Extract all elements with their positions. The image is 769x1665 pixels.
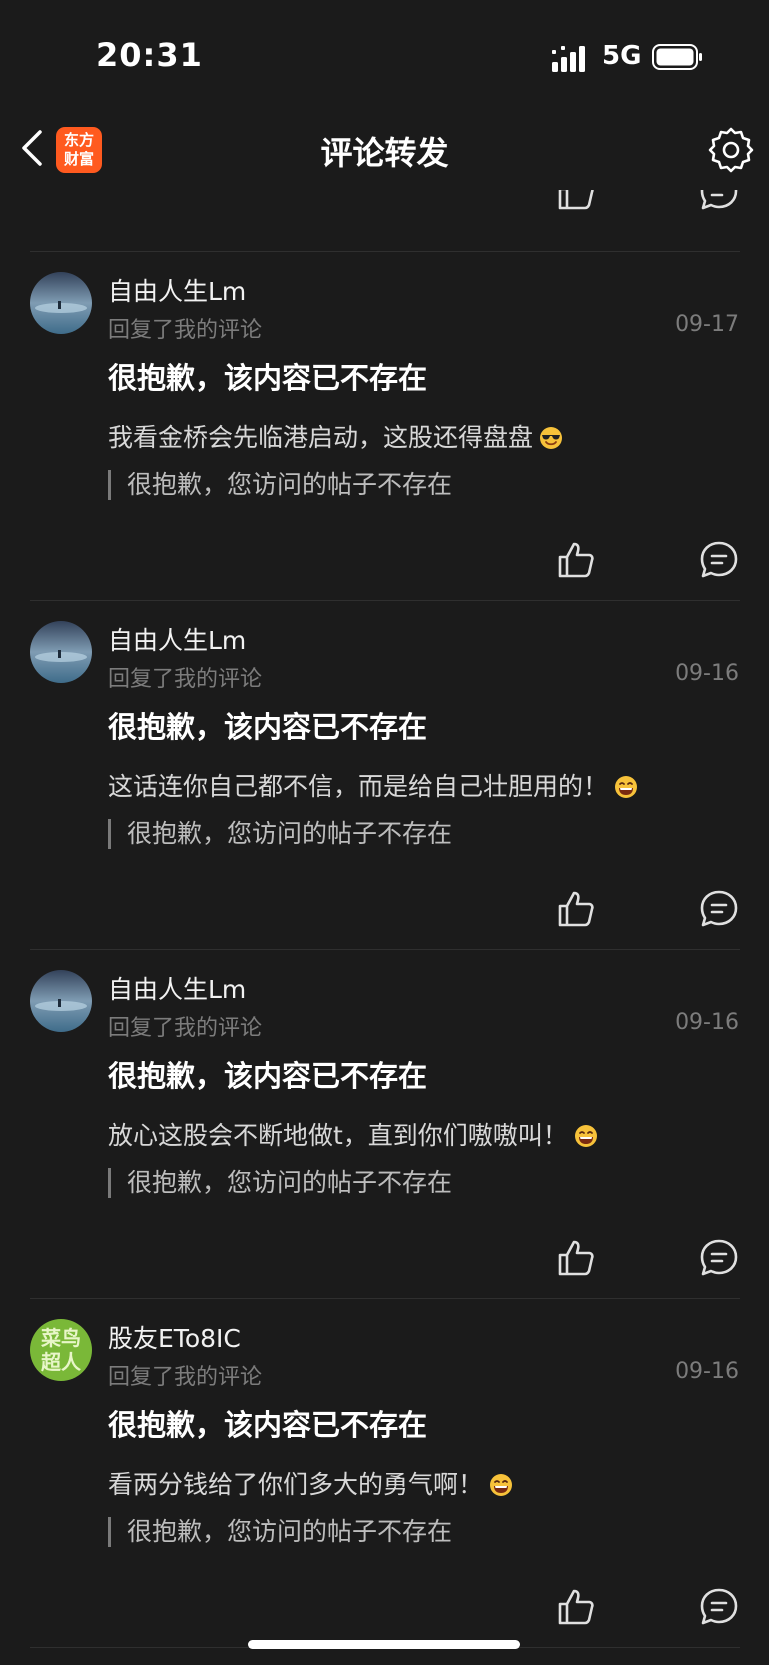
comment-date: 09-17: [675, 312, 739, 337]
comment-feed[interactable]: 自由人生Lm 回复了我的评论 09-17 很抱歉，该内容已不存在 我看金桥会先临…: [0, 190, 769, 1665]
user-name[interactable]: 自由人生Lm: [108, 272, 246, 308]
comment-headline[interactable]: 很抱歉，该内容已不存在: [108, 1053, 427, 1095]
avatar[interactable]: 菜鸟 超人: [30, 1319, 92, 1381]
comment-icon[interactable]: [699, 889, 739, 929]
home-indicator[interactable]: [248, 1640, 520, 1649]
comment-icon[interactable]: [699, 540, 739, 580]
user-name[interactable]: 自由人生Lm: [108, 970, 246, 1006]
sky-avatar-image: [30, 272, 92, 334]
comment-date: 09-16: [675, 1359, 739, 1384]
quoted-post[interactable]: 很抱歉，您访问的帖子不存在: [108, 470, 452, 500]
comment-headline[interactable]: 很抱歉，该内容已不存在: [108, 355, 427, 397]
signal-icon: [552, 46, 585, 72]
back-arrow-icon[interactable]: [18, 128, 46, 168]
comment-headline[interactable]: 很抱歉，该内容已不存在: [108, 1402, 427, 1444]
avatar[interactable]: [30, 970, 92, 1032]
thumbs-up-icon[interactable]: [556, 540, 596, 580]
comment-item[interactable]: 自由人生Lm 回复了我的评论 09-16 很抱歉，该内容已不存在 放心这股会不断…: [0, 950, 769, 1298]
quoted-post[interactable]: 很抱歉，您访问的帖子不存在: [108, 819, 452, 849]
thumbs-up-icon[interactable]: [556, 1587, 596, 1627]
avatar[interactable]: [30, 621, 92, 683]
comment-body[interactable]: 看两分钱给了你们多大的勇气啊！: [108, 1465, 513, 1501]
app-logo[interactable]: 东方 财富: [56, 127, 102, 173]
comment-body[interactable]: 这话连你自己都不信，而是给自己壮胆用的！: [108, 767, 638, 803]
comment-icon[interactable]: [699, 1587, 739, 1627]
sky-avatar-image: [30, 970, 92, 1032]
page-title: 评论转发: [320, 134, 449, 172]
avatar-badge-text-bottom: 超人: [40, 1350, 82, 1374]
avatar[interactable]: [30, 272, 92, 334]
gear-icon[interactable]: [708, 127, 754, 173]
comment-icon[interactable]: [699, 190, 739, 212]
comment-date: 09-16: [675, 661, 739, 686]
battery-icon: [652, 44, 702, 70]
laughing-emoji-icon: [574, 1125, 597, 1147]
reply-subtitle: 回复了我的评论: [108, 318, 263, 343]
sunglasses-emoji-icon: [540, 427, 563, 449]
avatar-badge-text-top: 菜鸟: [40, 1326, 81, 1350]
logo-text-bottom: 财富: [63, 150, 94, 168]
quoted-post[interactable]: 很抱歉，您访问的帖子不存在: [108, 1168, 452, 1198]
previous-item-actions: [0, 190, 769, 250]
thumbs-up-icon[interactable]: [556, 190, 596, 212]
comment-icon[interactable]: [699, 1238, 739, 1278]
comment-date: 09-16: [675, 1010, 739, 1035]
comment-body-text: 看两分钱给了你们多大的勇气啊！: [108, 1470, 484, 1499]
user-name[interactable]: 股友ETo8IC: [108, 1319, 241, 1355]
comment-body-text: 这话连你自己都不信，而是给自己壮胆用的！: [108, 772, 609, 801]
comment-item[interactable]: 自由人生Lm 回复了我的评论 09-17 很抱歉，该内容已不存在 我看金桥会先临…: [0, 252, 769, 600]
status-time: 20:31: [96, 36, 203, 74]
reply-subtitle: 回复了我的评论: [108, 1365, 263, 1390]
nav-bar: 东方 财富 评论转发: [0, 110, 769, 190]
comment-body-text: 我看金桥会先临港启动，这股还得盘盘: [108, 423, 534, 452]
comment-item[interactable]: 菜鸟 超人 股友ETo8IC 回复了我的评论 09-16 很抱歉，该内容已不存在…: [0, 1299, 769, 1647]
green-badge-avatar-image: 菜鸟 超人: [30, 1319, 92, 1381]
sky-avatar-image: [30, 621, 92, 683]
thumbs-up-icon[interactable]: [556, 1238, 596, 1278]
comment-body-text: 放心这股会不断地做t，直到你们嗷嗷叫！: [108, 1121, 568, 1150]
user-name[interactable]: 自由人生Lm: [108, 621, 246, 657]
laughing-emoji-icon: [615, 776, 638, 798]
comment-body[interactable]: 我看金桥会先临港启动，这股还得盘盘: [108, 418, 563, 454]
logo-text-top: 东方: [63, 131, 94, 149]
status-bar: 20:31 5G: [0, 0, 769, 110]
reply-subtitle: 回复了我的评论: [108, 667, 263, 692]
laughing-emoji-icon: [490, 1474, 513, 1496]
network-type: 5G: [602, 41, 642, 71]
thumbs-up-icon[interactable]: [556, 889, 596, 929]
comment-headline[interactable]: 很抱歉，该内容已不存在: [108, 704, 427, 746]
quoted-post[interactable]: 很抱歉，您访问的帖子不存在: [108, 1517, 452, 1547]
comment-item[interactable]: 自由人生Lm 回复了我的评论 09-16 很抱歉，该内容已不存在 这话连你自己都…: [0, 601, 769, 949]
reply-subtitle: 回复了我的评论: [108, 1016, 263, 1041]
comment-body[interactable]: 放心这股会不断地做t，直到你们嗷嗷叫！: [108, 1116, 598, 1152]
